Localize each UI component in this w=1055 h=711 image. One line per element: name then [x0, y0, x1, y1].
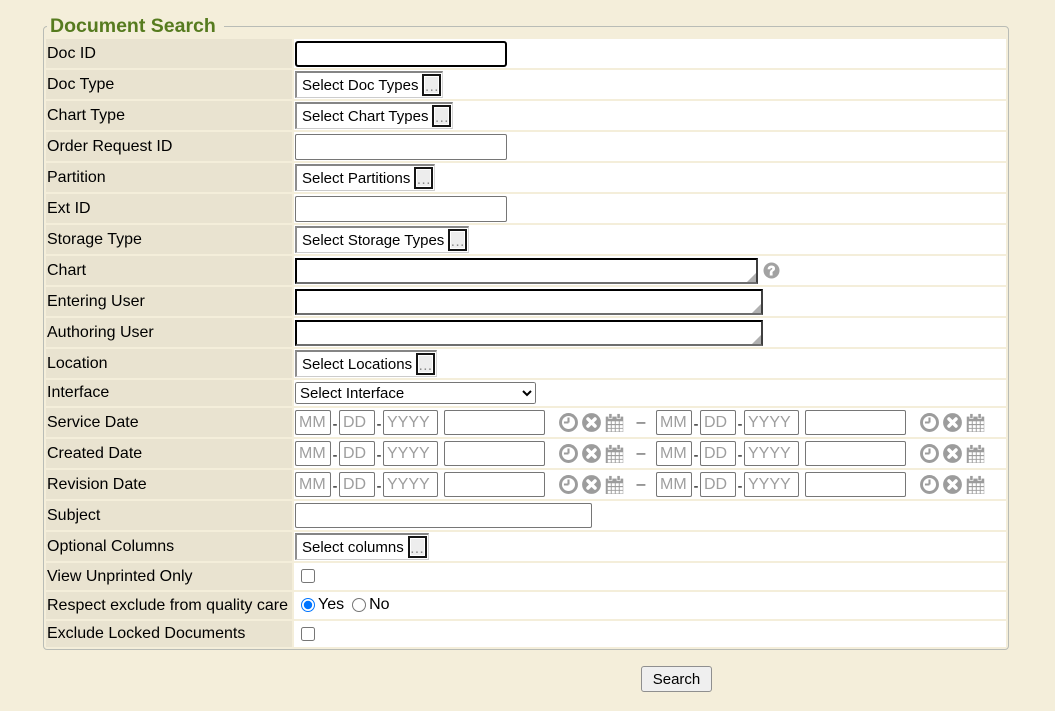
svg-text:?: ?: [768, 264, 776, 278]
